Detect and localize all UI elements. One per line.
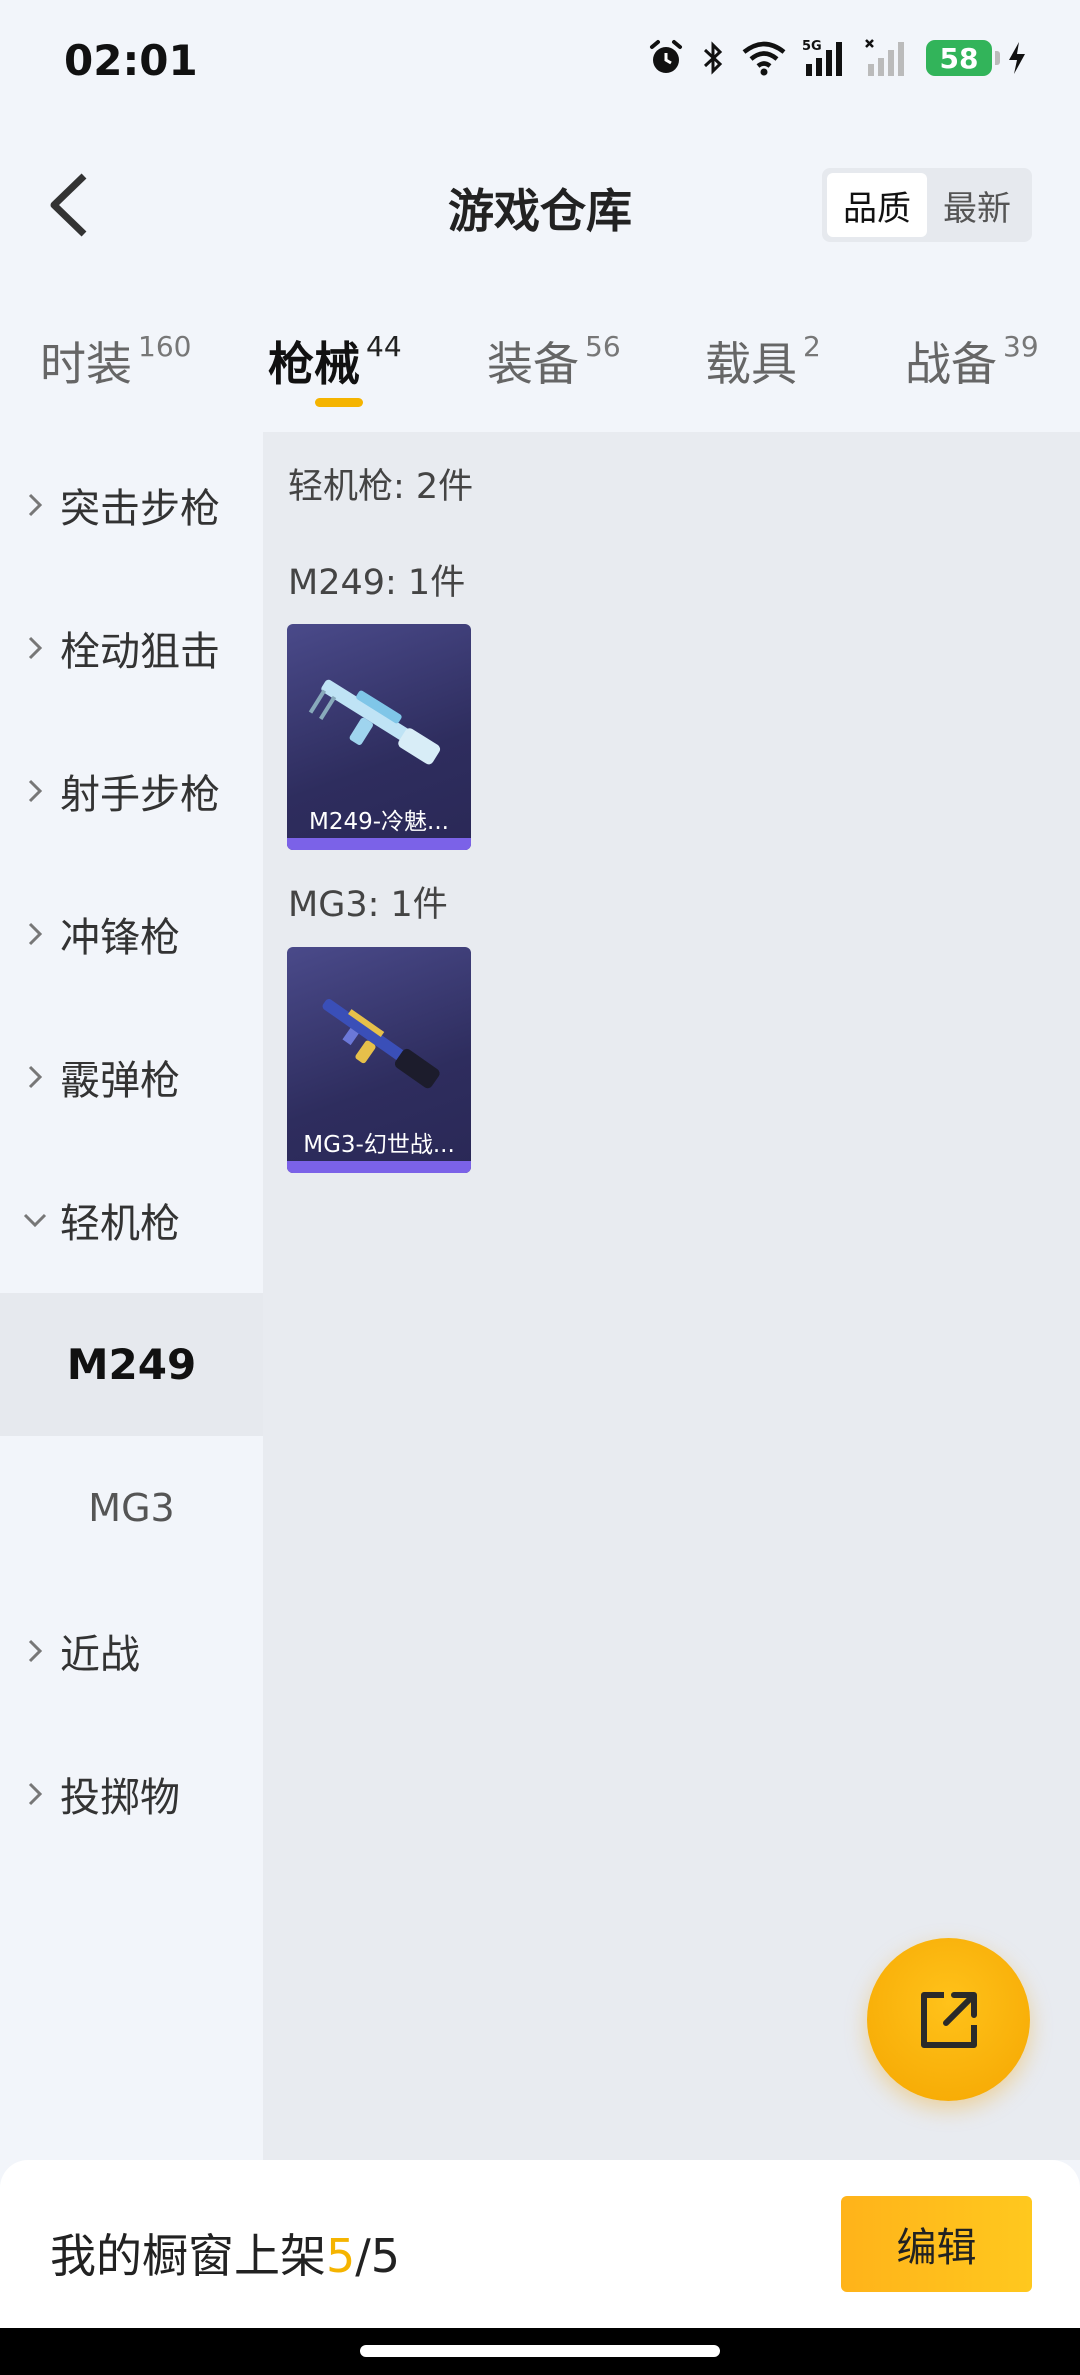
tab-label: 战备 xyxy=(905,337,997,391)
tab-vehicles[interactable]: 载具 2 xyxy=(705,328,821,394)
tab-fashion[interactable]: 时装 160 xyxy=(40,328,191,394)
sidebar-item-label: 冲锋枪 xyxy=(60,914,180,961)
item-list-panel: 轻机枪: 2件 M249: 1件 M249-冷魅... MG3: 1件 MG3-… xyxy=(263,432,1080,2160)
signal-icon xyxy=(865,39,904,76)
status-icons: 5G 58 xyxy=(646,38,1028,78)
chevron-down-icon xyxy=(0,1212,60,1228)
tab-label: 枪械 xyxy=(268,337,360,391)
sort-toggle: 品质 最新 xyxy=(822,168,1032,242)
active-tab-indicator xyxy=(315,398,363,407)
tab-guns[interactable]: 枪械 44 xyxy=(268,328,402,394)
edit-button[interactable]: 编辑 xyxy=(841,2196,1032,2292)
signal-5g-icon: 5G xyxy=(802,39,842,76)
tab-count: 44 xyxy=(366,330,402,363)
sidebar-item-throwable[interactable]: 投掷物 xyxy=(0,1722,263,1865)
system-nav-bar xyxy=(0,2328,1080,2375)
charging-icon xyxy=(1009,42,1025,74)
group-label: M249: 1件 xyxy=(288,563,466,603)
status-time: 02:01 xyxy=(64,36,198,85)
tab-count: 160 xyxy=(138,330,192,363)
sidebar-item-melee[interactable]: 近战 xyxy=(0,1579,263,1722)
item-name: M249-冷魅... xyxy=(309,809,449,835)
rarity-bar xyxy=(287,838,471,850)
wifi-icon xyxy=(742,41,786,76)
sidebar-subitem-m249[interactable]: M249 xyxy=(0,1293,263,1436)
tab-label: 时装 xyxy=(40,337,132,391)
category-tabs: 时装 160 枪械 44 装备 56 载具 2 战备 39 xyxy=(0,318,1080,408)
sidebar-item-label: 轻机枪 xyxy=(60,1200,180,1247)
sidebar-item-label: 突击步枪 xyxy=(60,485,220,532)
sidebar-item-smg[interactable]: 冲锋枪 xyxy=(0,862,263,1005)
sidebar-item-assault-rifle[interactable]: 突击步枪 xyxy=(0,433,263,576)
item-card-m249[interactable]: M249-冷魅... xyxy=(287,624,471,850)
header: 游戏仓库 品质 最新 xyxy=(0,150,1080,260)
svg-text:5G: 5G xyxy=(802,39,822,54)
tab-count: 39 xyxy=(1003,330,1039,363)
item-card-mg3[interactable]: MG3-幻世战... xyxy=(287,947,471,1173)
tab-count: 56 xyxy=(585,330,621,363)
group-label: MG3: 1件 xyxy=(288,885,448,925)
item-name: MG3-幻世战... xyxy=(303,1132,455,1158)
tab-label: 装备 xyxy=(487,337,579,391)
bluetooth-icon xyxy=(703,41,723,75)
sidebar-item-label: 近战 xyxy=(60,1631,140,1678)
share-button[interactable] xyxy=(867,1938,1030,2101)
alarm-icon xyxy=(650,40,682,73)
home-indicator[interactable] xyxy=(360,2345,720,2357)
chevron-right-icon xyxy=(0,1781,60,1807)
status-bar: 02:01 5G 58 xyxy=(0,0,1080,120)
sidebar-item-label: 投掷物 xyxy=(60,1774,180,1821)
showcase-bar: 我的橱窗上架 5 /5 编辑 xyxy=(0,2160,1080,2328)
sidebar-item-lmg[interactable]: 轻机枪 xyxy=(0,1148,263,1291)
rarity-bar xyxy=(287,1161,471,1173)
sidebar: 突击步枪 栓动狙击 射手步枪 冲锋枪 霰弹枪 轻机枪 M249 MG3 近战 投… xyxy=(0,432,263,2160)
share-external-icon xyxy=(920,1991,977,2048)
showcase-label: 我的橱窗上架 xyxy=(50,2229,326,2283)
battery-icon: 58 xyxy=(926,40,1000,76)
chevron-right-icon xyxy=(0,1064,60,1090)
chevron-right-icon xyxy=(0,492,60,518)
showcase-current-count: 5 xyxy=(326,2229,356,2283)
chevron-right-icon xyxy=(0,778,60,804)
showcase-status: 我的橱窗上架 5 /5 xyxy=(50,2220,400,2286)
m249-gun-image xyxy=(308,679,441,765)
category-count-label: 轻机枪: 2件 xyxy=(288,467,474,507)
chevron-right-icon xyxy=(0,921,60,947)
tab-equipment[interactable]: 装备 56 xyxy=(487,328,621,394)
chevron-right-icon xyxy=(0,1638,60,1664)
sidebar-item-label: 霰弹枪 xyxy=(60,1057,180,1104)
sidebar-item-label: 射手步枪 xyxy=(60,771,220,818)
sidebar-item-bolt-sniper[interactable]: 栓动狙击 xyxy=(0,576,263,719)
sidebar-subitem-mg3[interactable]: MG3 xyxy=(0,1436,263,1579)
chevron-right-icon xyxy=(0,635,60,661)
sort-quality-button[interactable]: 品质 xyxy=(827,173,927,237)
mg3-gun-image xyxy=(322,999,440,1089)
tab-count: 2 xyxy=(803,330,821,363)
tab-label: 载具 xyxy=(705,337,797,391)
sort-newest-button[interactable]: 最新 xyxy=(927,173,1027,237)
sidebar-item-marksman-rifle[interactable]: 射手步枪 xyxy=(0,719,263,862)
tab-battle-prep[interactable]: 战备 39 xyxy=(905,328,1039,394)
showcase-total: /5 xyxy=(355,2229,401,2283)
sidebar-item-shotgun[interactable]: 霰弹枪 xyxy=(0,1005,263,1148)
sidebar-item-label: 栓动狙击 xyxy=(60,628,220,675)
